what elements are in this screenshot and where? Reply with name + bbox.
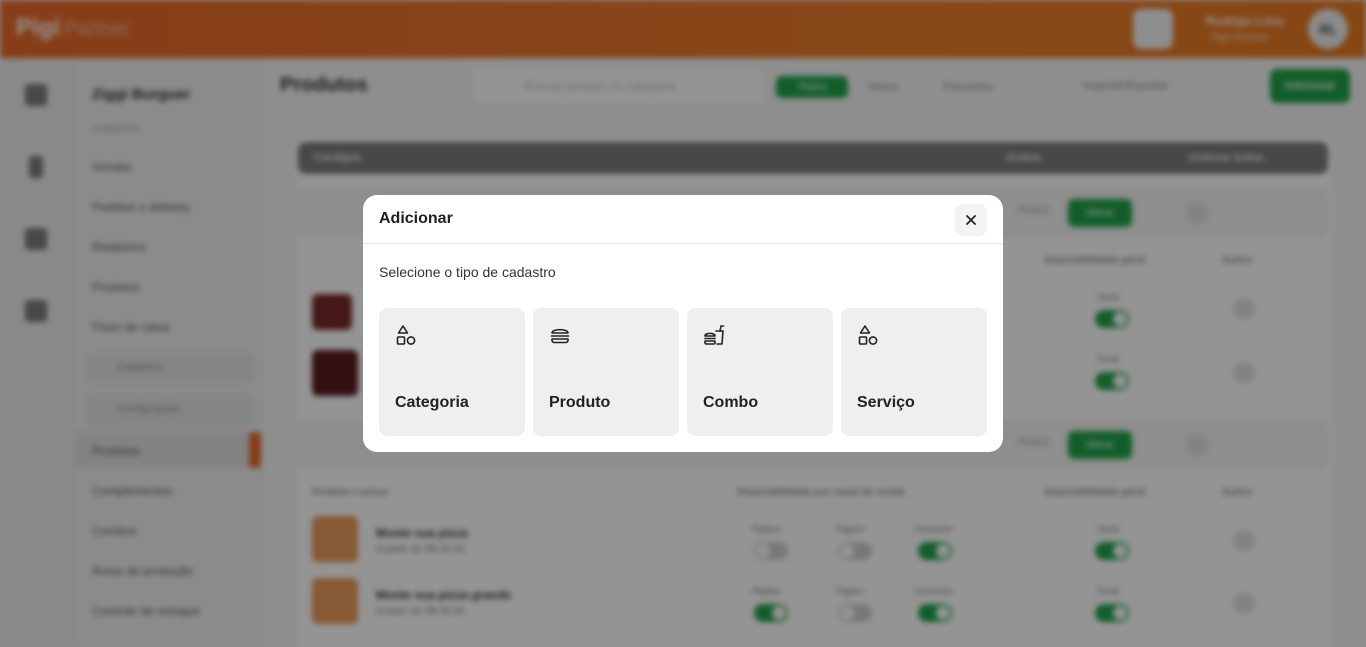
option-label: Serviço [857,394,915,411]
close-button[interactable] [955,204,987,236]
option-categoria-card[interactable]: Categoria [379,308,525,436]
option-label: Combo [703,394,759,411]
modal-header: Adicionar [363,195,1003,244]
shapes-icon [858,325,878,345]
burger-icon [550,328,570,344]
option-combo-card[interactable]: Combo [687,308,833,436]
modal-subtitle: Selecione o tipo de cadastro [379,264,556,280]
option-label: Categoria [395,394,469,411]
option-servico-card[interactable]: Serviço [841,308,987,436]
option-label: Produto [549,394,611,411]
add-modal: Adicionar Selecione o tipo de cadastro C… [363,195,1003,452]
modal-title: Adicionar [379,210,453,227]
fast-food-icon [704,325,725,345]
option-produto-card[interactable]: Produto [533,308,679,436]
type-options: Categoria Produto Combo Serviço [379,308,987,436]
shapes-icon [396,325,416,345]
close-icon [966,215,976,225]
